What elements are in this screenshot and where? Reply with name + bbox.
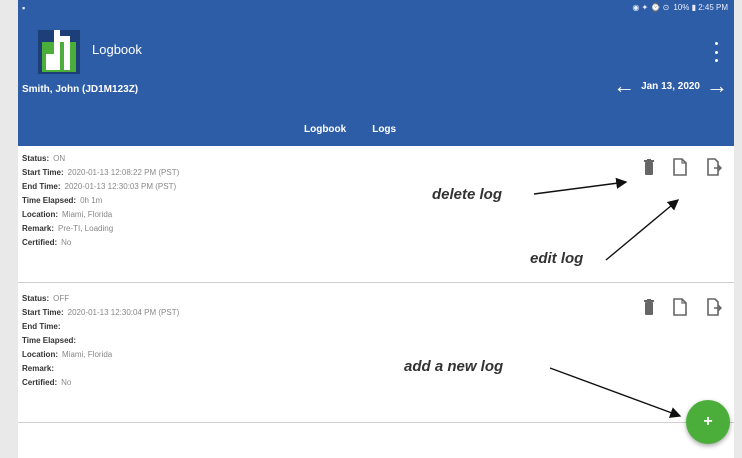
delete-arrow <box>533 177 628 195</box>
add-log-button[interactable]: + <box>686 400 730 444</box>
app-frame: ▪ ◉ ✦ ⌚ ⊙ 10% ▮ 2:45 PM Logbook Smith, J… <box>18 0 734 458</box>
edit-arrow <box>605 199 680 261</box>
add-arrow <box>549 367 682 418</box>
annotation-arrows <box>533 177 682 418</box>
plus-icon: + <box>703 413 713 430</box>
